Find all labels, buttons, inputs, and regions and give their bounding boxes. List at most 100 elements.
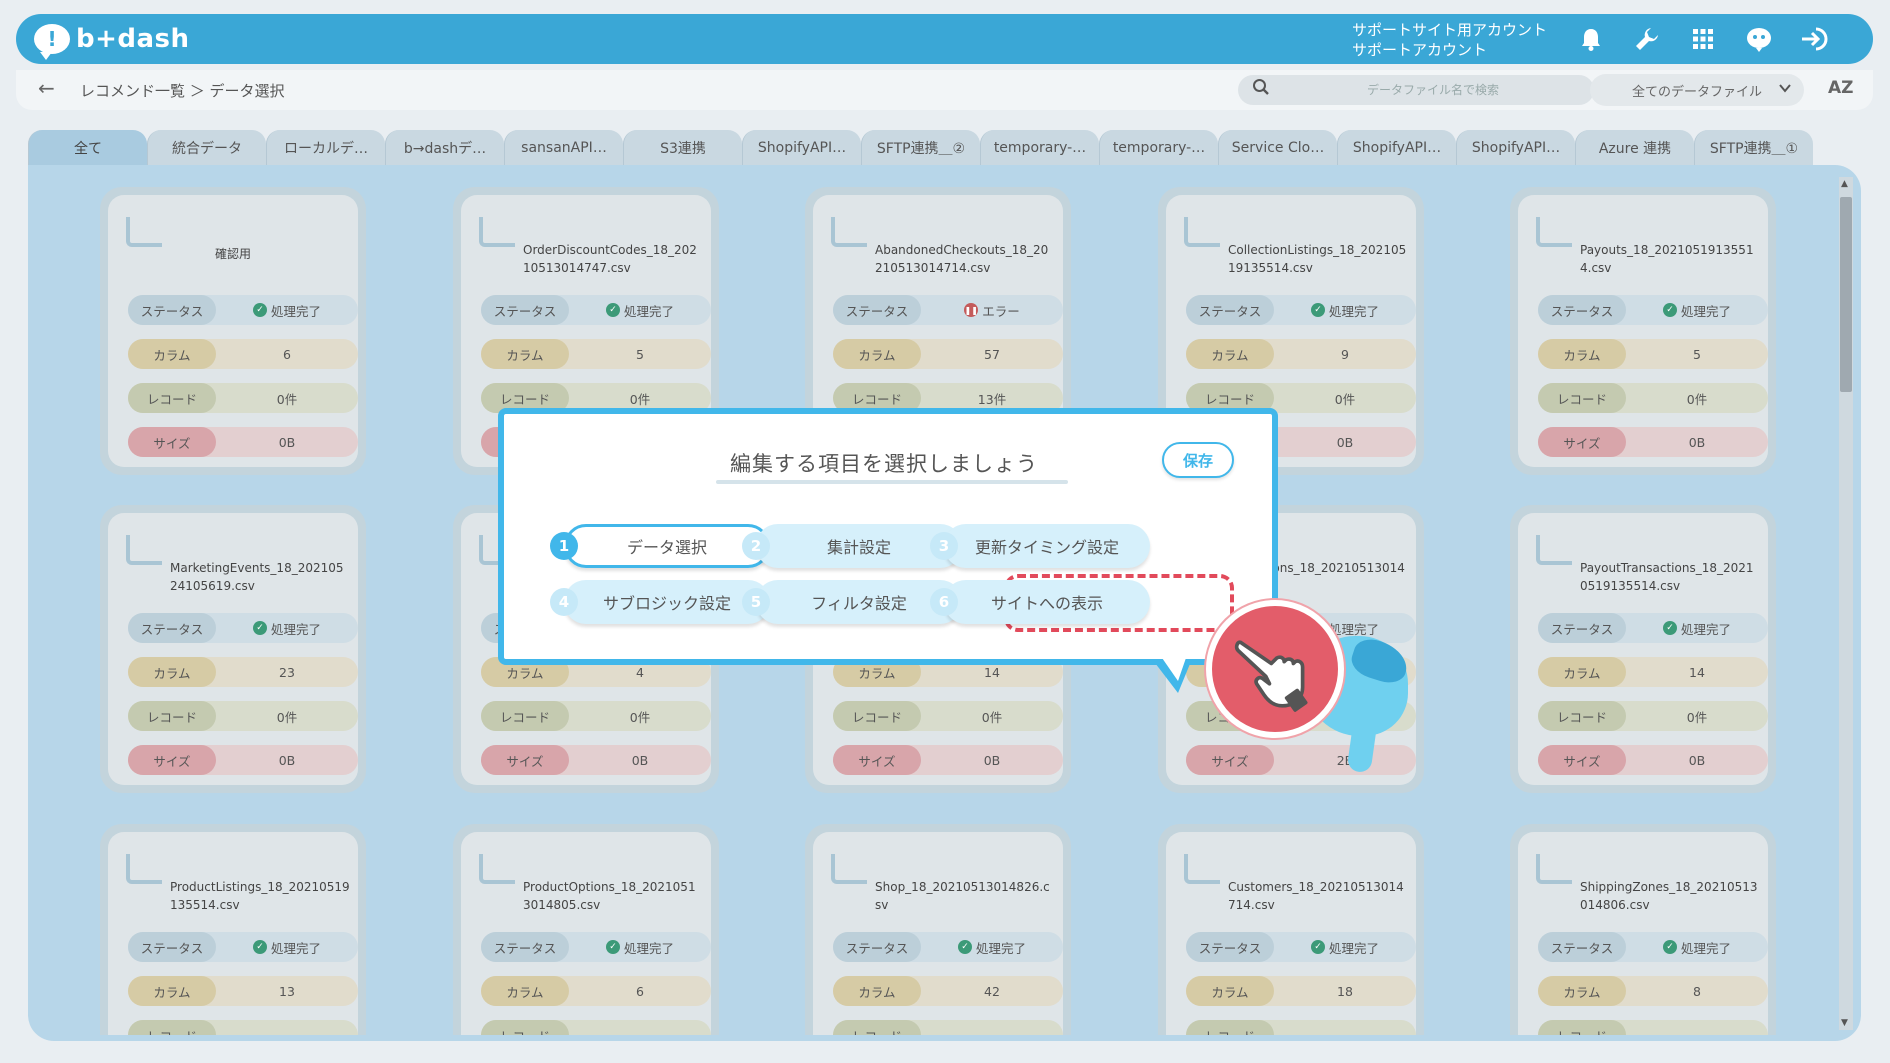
- tab-1[interactable]: 統合データ: [147, 130, 266, 166]
- tab-7[interactable]: SFTP連携＿②: [861, 130, 980, 166]
- column-count: 8: [1693, 983, 1701, 999]
- tab-5[interactable]: S3連携: [623, 130, 742, 166]
- data-file-card[interactable]: PayoutTransactions_18_20210519135514.csv…: [1510, 505, 1776, 793]
- tab-3[interactable]: b→dashデ…: [385, 130, 504, 166]
- column-row: カラム 18: [1186, 976, 1416, 1006]
- dialog-title: 編集する項目を選択しましょう: [730, 452, 1038, 476]
- data-file-card[interactable]: Shop_18_20210513014826.csv ステータス ✓ 処理完了 カラム 4…: [805, 824, 1071, 1035]
- pointer-hand-icon: [1206, 600, 1344, 738]
- data-file-card[interactable]: Customers_18_20210513014714.csv ステータス ✓ 処理完…: [1158, 824, 1424, 1035]
- file-filter-select[interactable]: 全てのデータファイル: [1590, 74, 1804, 106]
- step-6-button[interactable]: サイトへの表示: [944, 580, 1150, 624]
- data-file-card[interactable]: ShippingZones_18_20210513014806.csv ステータス…: [1510, 824, 1776, 1035]
- scroll-thumb[interactable]: [1840, 197, 1852, 392]
- tab-10[interactable]: Service Clo…: [1218, 130, 1337, 166]
- status-label: ステータス: [128, 932, 216, 962]
- search-input[interactable]: [1288, 79, 1578, 101]
- account-info[interactable]: サポートサイト用アカウント サポートアカウント: [1352, 20, 1547, 60]
- tab-6[interactable]: ShopifyAPI…: [742, 130, 861, 166]
- tab-12[interactable]: ShopifyAPI…: [1456, 130, 1575, 166]
- bell-icon[interactable]: [1574, 23, 1608, 55]
- account-site: サポートサイト用アカウント: [1352, 21, 1548, 39]
- tab-2[interactable]: ローカルデ…: [266, 130, 385, 166]
- check-icon: ✓: [252, 303, 267, 317]
- grid-icon[interactable]: [1686, 23, 1720, 55]
- sort-az-icon[interactable]: AZ: [1828, 78, 1853, 98]
- tab-4[interactable]: sansanAPI…: [504, 130, 623, 166]
- account-user: サポートアカウント: [1352, 41, 1488, 59]
- modal-tail-inner: [1160, 655, 1187, 681]
- status-value: ✓処理完了: [1626, 619, 1768, 638]
- status-row: ステータス✓処理完了: [833, 932, 1063, 962]
- record-label: レコード: [1538, 383, 1626, 413]
- file-icon: [831, 854, 867, 884]
- tab-0[interactable]: 全て: [28, 130, 147, 166]
- size-label: サイズ: [128, 427, 216, 457]
- column-label: カラム: [1186, 976, 1274, 1006]
- scroll-down-icon[interactable]: ▼: [1841, 1018, 1848, 1028]
- file-name: ProductListings_18_20210519135514.csv: [170, 880, 350, 912]
- column-row: カラム 9: [1186, 339, 1416, 369]
- back-arrow-icon[interactable]: ←: [38, 76, 55, 100]
- status-row: ステータス✓処理完了: [128, 613, 358, 643]
- step-1-button[interactable]: データ選択: [564, 524, 770, 568]
- step-number-badge: 4: [550, 588, 578, 616]
- source-tabs: 全て 統合データ ローカルデ… b→dashデ… sansanAPI… S3連携 Shopi…: [28, 130, 1813, 166]
- tab-8[interactable]: temporary-…: [980, 130, 1099, 166]
- data-file-card[interactable]: Payouts_18_20210519135514.csv ステータス ✓ 処理完了カ…: [1510, 187, 1776, 475]
- column-count: 5: [1693, 346, 1701, 362]
- data-file-card[interactable]: MarketingEvents_18_20210524105619.csv ステー…: [100, 505, 366, 793]
- data-file-card[interactable]: ProductOptions_18_20210513014805.csv ステータ…: [453, 824, 719, 1035]
- title-underline: [716, 480, 1068, 484]
- column-count: 5: [636, 346, 644, 362]
- data-file-card[interactable]: ProductListings_18_20210519135514.csv ステー…: [100, 824, 366, 1035]
- tab-11[interactable]: ShopifyAPI…: [1337, 130, 1456, 166]
- column-count: 9: [1341, 346, 1349, 362]
- error-icon: ❚❚: [964, 303, 979, 317]
- app-header: ! b+dash サポートサイト用アカウント サポートアカウント: [16, 14, 1873, 64]
- column-row: カラム 6: [481, 976, 711, 1006]
- support-icon[interactable]: [1742, 23, 1776, 55]
- record-label: レコード: [481, 701, 569, 731]
- status-label: ステータス: [1538, 613, 1626, 643]
- status-row: ステータス✓処理完了: [1538, 613, 1768, 643]
- file-icon: [479, 854, 515, 884]
- status-row: ステータス ❚❚ エラー: [833, 295, 1063, 325]
- tab-9[interactable]: temporary-…: [1099, 130, 1218, 166]
- record-label: レコード: [481, 1020, 569, 1035]
- file-icon: [126, 217, 162, 247]
- record-row: レコード: [833, 1020, 1063, 1035]
- step-4-button[interactable]: サブロジック設定: [564, 580, 770, 624]
- card-sheet: ShippingZones_18_20210513014806.csv ステータス…: [1518, 832, 1768, 1035]
- card-sheet: Customers_18_20210513014714.csv ステータス ✓ 処理完…: [1166, 832, 1416, 1035]
- save-button[interactable]: 保存: [1162, 442, 1234, 478]
- column-label: カラム: [481, 976, 569, 1006]
- logo[interactable]: ! b+dash: [34, 22, 190, 60]
- step-number-badge: 1: [550, 532, 578, 560]
- data-file-card[interactable]: 確認用 ステータス ✓ 処理完了 カラム 6 レコード 0件 サイズ 0B: [100, 187, 366, 475]
- column-count: 57: [984, 346, 1000, 362]
- column-row: カラム 42: [833, 976, 1063, 1006]
- check-icon: ✓: [252, 621, 267, 635]
- step-3-button[interactable]: 更新タイミング設定: [944, 524, 1150, 568]
- record-row: レコード 0件: [1538, 383, 1768, 413]
- card-sheet: 確認用 ステータス ✓ 処理完了 カラム 6 レコード 0件 サイズ 0B: [108, 195, 358, 467]
- status-label: ステータス: [833, 932, 921, 962]
- wrench-icon[interactable]: [1630, 23, 1664, 55]
- status-text: 処理完了: [1328, 621, 1379, 637]
- scroll-up-icon[interactable]: ▲: [1841, 179, 1848, 189]
- card-sheet: Shop_18_20210513014826.csv ステータス ✓ 処理完了 カラム 4…: [813, 832, 1063, 1035]
- tab-13[interactable]: Azure 連携: [1575, 130, 1694, 166]
- status-value: ✓処理完了: [1274, 938, 1416, 957]
- file-icon: [126, 854, 162, 884]
- tab-14[interactable]: SFTP連携＿①: [1694, 130, 1813, 166]
- status-value: ✓処理完了: [216, 938, 358, 957]
- vertical-scrollbar[interactable]: ▲ ▼: [1839, 177, 1853, 1030]
- logout-icon[interactable]: [1798, 23, 1832, 55]
- card-sheet: MarketingEvents_18_20210524105619.csv ステー…: [108, 513, 358, 785]
- status-value: ✓処理完了: [569, 301, 711, 320]
- status-text: 処理完了: [270, 940, 321, 956]
- record-count: 0件: [629, 391, 651, 407]
- status-label: ステータス: [128, 613, 216, 643]
- record-row: レコード: [1186, 1020, 1416, 1035]
